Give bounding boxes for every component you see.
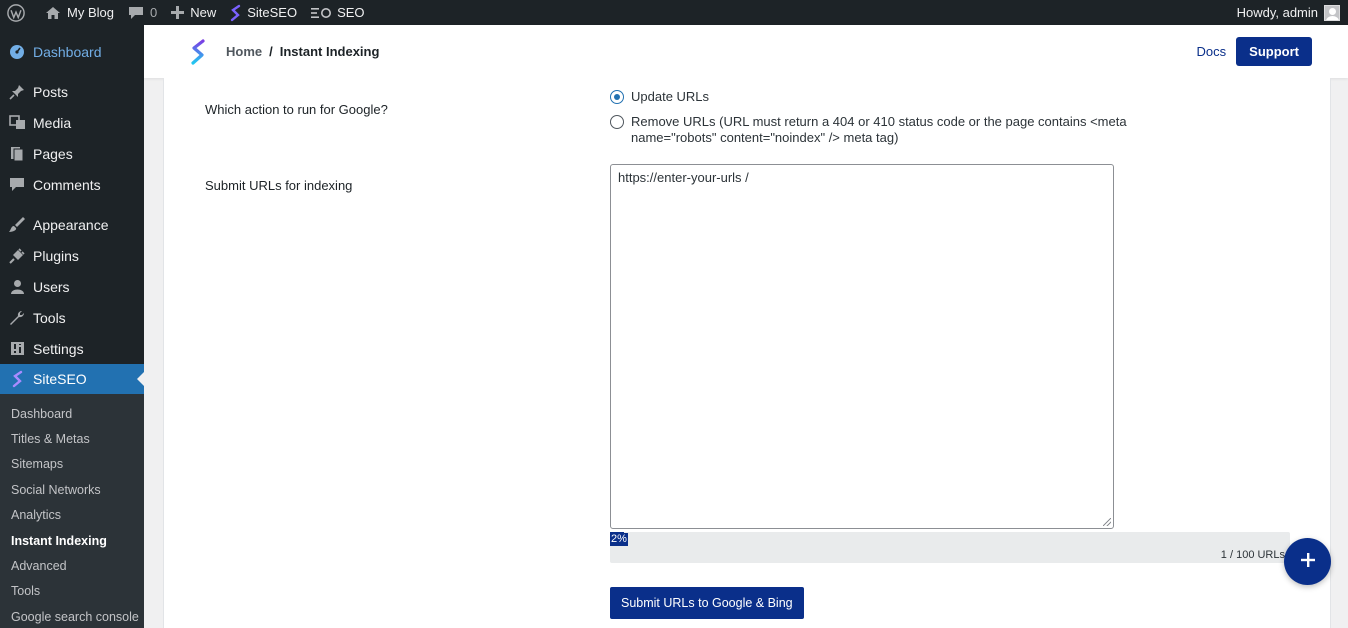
url-count-progress: 2% 1 / 100 URLs <box>610 532 1290 563</box>
siteseo-icon <box>230 4 241 22</box>
add-fab-button[interactable] <box>1284 538 1331 585</box>
resize-grip-icon[interactable] <box>1103 518 1111 526</box>
sidebar-item-pages[interactable]: Pages <box>0 138 144 169</box>
breadcrumb-separator: / <box>269 44 273 59</box>
sidebar-item-posts[interactable]: Posts <box>0 76 144 107</box>
submenu-item-instant-indexing[interactable]: Instant Indexing <box>0 528 144 553</box>
sidebar-item-label: Tools <box>33 309 66 326</box>
sidebar-item-settings[interactable]: Settings <box>0 333 144 364</box>
submenu-item-titles-metas[interactable]: Titles & Metas <box>0 426 144 451</box>
siteseo-menu[interactable]: SiteSEO <box>223 0 304 25</box>
docs-link[interactable]: Docs <box>1197 44 1227 59</box>
user-icon <box>8 278 26 296</box>
url-count: 1 / 100 URLs <box>1220 549 1285 561</box>
comment-icon <box>128 5 144 20</box>
sidebar-item-label: Dashboard <box>33 43 102 60</box>
breadcrumb: Home / Instant Indexing <box>226 44 379 59</box>
urls-label: Submit URLs for indexing <box>205 178 353 193</box>
sidebar-item-label: SiteSEO <box>33 371 87 387</box>
radio-update-urls[interactable]: Update URLs <box>610 89 709 105</box>
greeting: Howdy, admin <box>1236 5 1318 20</box>
radio-remove-urls-label: Remove URLs (URL must return a 404 or 41… <box>631 114 1127 145</box>
admin-bar: My Blog 0 New SiteSEO SEO Howdy, admin <box>0 0 1348 25</box>
plus-icon <box>171 6 185 19</box>
radio-remove-urls[interactable]: Remove URLs (URL must return a 404 or 41… <box>610 114 1210 146</box>
sidebar-item-siteseo[interactable]: SiteSEO <box>0 364 144 394</box>
avatar <box>1324 4 1340 21</box>
comment-icon <box>8 176 26 194</box>
comments-menu[interactable]: 0 <box>121 0 164 25</box>
urls-textarea-value: https://enter-your-urls / <box>618 170 749 185</box>
radio-update-urls-input[interactable] <box>610 90 624 104</box>
siteseo-submenu: Dashboard Titles & Metas Sitemaps Social… <box>0 394 144 628</box>
sidebar-item-tools[interactable]: Tools <box>0 302 144 333</box>
submenu-item-analytics[interactable]: Analytics <box>0 503 144 528</box>
submenu-item-sitemaps[interactable]: Sitemaps <box>0 452 144 477</box>
sidebar-item-media[interactable]: Media <box>0 107 144 138</box>
wordpress-icon <box>7 3 25 22</box>
dashboard-icon <box>8 43 26 61</box>
seo-label: SEO <box>337 5 365 20</box>
wrench-icon <box>8 309 26 327</box>
sidebar-item-label: Pages <box>33 145 73 162</box>
submenu-item-advanced[interactable]: Advanced <box>0 553 144 578</box>
pin-icon <box>8 83 26 101</box>
wp-logo-menu[interactable] <box>0 0 38 25</box>
site-name: My Blog <box>67 5 114 20</box>
sidebar-item-label: Comments <box>33 176 101 193</box>
seo-icon <box>311 7 332 19</box>
brush-icon <box>8 216 26 234</box>
submenu-item-google-search-console[interactable]: Google search console <box>0 604 144 628</box>
siteseo-label: SiteSEO <box>247 5 298 20</box>
media-icon <box>8 114 26 132</box>
plugin-header: Home / Instant Indexing Docs Support <box>144 25 1348 78</box>
sidebar-item-label: Posts <box>33 83 69 100</box>
breadcrumb-current: Instant Indexing <box>279 44 380 59</box>
radio-remove-urls-input[interactable] <box>610 115 624 129</box>
sidebar-item-label: Appearance <box>33 216 109 233</box>
sidebar-item-label: Media <box>33 114 72 131</box>
plus-icon <box>1300 552 1316 571</box>
account-menu[interactable]: Howdy, admin <box>1230 0 1344 25</box>
progress-percent: 2% <box>610 533 628 546</box>
new-label: New <box>190 5 217 20</box>
home-icon <box>45 6 61 20</box>
sidebar-item-appearance[interactable]: Appearance <box>0 209 144 240</box>
sidebar-item-comments[interactable]: Comments <box>0 169 144 200</box>
siteseo-icon <box>8 370 26 388</box>
sidebar-item-label: Plugins <box>33 247 79 264</box>
plug-icon <box>8 247 26 265</box>
sidebar-item-plugins[interactable]: Plugins <box>0 240 144 271</box>
sidebar-item-label: Settings <box>33 340 84 357</box>
sidebar-item-dashboard[interactable]: Dashboard <box>0 36 144 67</box>
urls-textarea[interactable]: https://enter-your-urls / <box>610 164 1114 529</box>
seo-menu[interactable]: SEO <box>304 0 371 25</box>
submenu-item-dashboard[interactable]: Dashboard <box>0 401 144 426</box>
action-label: Which action to run for Google? <box>205 102 388 117</box>
submit-urls-button[interactable]: Submit URLs to Google & Bing <box>610 587 804 619</box>
pages-icon <box>8 145 26 163</box>
settings-icon <box>8 340 26 358</box>
site-name-menu[interactable]: My Blog <box>38 0 121 25</box>
submenu-item-tools[interactable]: Tools <box>0 579 144 604</box>
sidebar-item-users[interactable]: Users <box>0 271 144 302</box>
support-button[interactable]: Support <box>1236 37 1312 66</box>
admin-sidebar: Dashboard Posts Media Pages Comments App… <box>0 25 144 628</box>
radio-update-urls-label: Update URLs <box>631 89 710 104</box>
comments-count: 0 <box>149 5 158 20</box>
sidebar-item-label: Users <box>33 278 70 295</box>
submenu-item-social-networks[interactable]: Social Networks <box>0 477 144 502</box>
siteseo-logo <box>189 38 207 66</box>
new-content-menu[interactable]: New <box>164 0 223 25</box>
instant-indexing-panel: Which action to run for Google? Update U… <box>163 78 1331 628</box>
breadcrumb-home[interactable]: Home <box>226 44 262 59</box>
